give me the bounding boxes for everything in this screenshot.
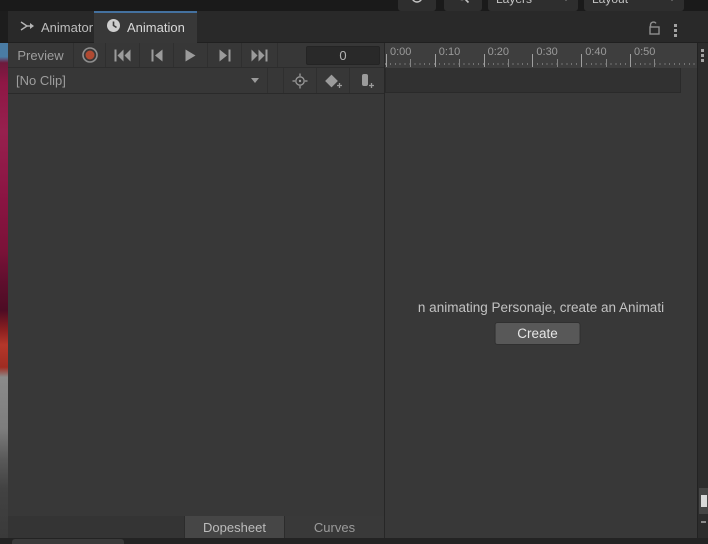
create-button[interactable]: Create (494, 322, 581, 345)
clock-icon (106, 18, 121, 36)
tab-menu-button[interactable] (674, 24, 677, 37)
dock-tab-bar: Animator Animation (0, 11, 708, 43)
kebab-menu-icon (701, 49, 704, 62)
ruler-tick-label: 0:30 (536, 46, 558, 58)
add-keyframe-icon (324, 73, 343, 89)
tab-animator-label: Animator (41, 19, 94, 35)
view-switch-spacer (8, 516, 184, 538)
goto-last-frame-button[interactable] (242, 43, 278, 67)
search-icon (456, 0, 470, 7)
timeline-ruler[interactable]: 0:00 0:10 0:20 0:30 0:40 0:50 (385, 43, 697, 68)
record-icon (81, 46, 99, 64)
ruler-major-tick (581, 54, 583, 67)
lower-window-tab-top[interactable] (12, 539, 124, 544)
ruler-major-tick (434, 54, 436, 67)
ruler-tick-label: 0:00 (390, 46, 412, 58)
next-frame-icon (219, 49, 231, 62)
scrollbar-thumb[interactable] (699, 488, 708, 514)
lower-window-edge (0, 538, 708, 544)
goto-first-frame-button[interactable] (106, 43, 140, 67)
clip-selector-dropdown[interactable]: [No Clip] (8, 68, 268, 93)
filter-selection-icon (292, 73, 308, 89)
history-icon (410, 0, 424, 7)
clip-toolbar: [No Clip] (8, 68, 384, 94)
ruler-major-tick (630, 54, 631, 67)
animator-icon (20, 19, 35, 36)
layers-dropdown[interactable]: Layers (488, 0, 578, 11)
dopesheet-area: n animating Personaje, create an Animati… (385, 93, 697, 538)
dropdown-caret-icon (251, 78, 259, 83)
skip-end-icon (251, 49, 268, 62)
history-button[interactable] (398, 0, 436, 11)
tab-bar-notch (0, 11, 8, 43)
scrollbar-end-cap (701, 521, 706, 523)
kebab-menu-icon (674, 24, 677, 37)
ruler-tick-label: 0:50 (634, 46, 656, 58)
view-switch-bar: Dopesheet Curves (8, 516, 384, 538)
ruler-mid-tick (605, 59, 607, 67)
layout-dropdown-label: Layout (592, 0, 628, 6)
ruler-mid-tick (654, 59, 656, 67)
add-event-button[interactable] (350, 68, 383, 93)
right-scroll-column (697, 43, 708, 538)
lock-open-icon (646, 21, 662, 40)
dropdown-caret-icon (562, 0, 570, 1)
tab-animator[interactable]: Animator (8, 11, 105, 43)
scrollbar-thumb-grip (701, 495, 707, 507)
preview-button[interactable]: Preview (8, 43, 74, 67)
current-frame-field[interactable] (306, 46, 380, 65)
play-icon (185, 49, 196, 62)
event-track-strip (385, 68, 681, 93)
empty-clip-message: n animating Personaje, create an Animati (417, 300, 665, 315)
ruler-menu-button[interactable] (701, 49, 704, 62)
ruler-major-tick (483, 54, 485, 67)
add-event-icon (358, 73, 375, 89)
prev-frame-icon (151, 49, 163, 62)
ruler-mid-tick (556, 59, 558, 67)
ruler-major-tick (386, 54, 387, 67)
add-keyframe-button[interactable] (317, 68, 350, 93)
ruler-major-tick (532, 54, 534, 67)
animation-toolbar: Preview (8, 43, 384, 68)
dopesheet-tab[interactable]: Dopesheet (184, 516, 284, 538)
ruler-mid-tick (459, 59, 461, 67)
clip-selector-value: [No Clip] (16, 73, 66, 88)
play-button[interactable] (174, 43, 208, 67)
layout-dropdown[interactable]: Layout (584, 0, 684, 11)
ruler-mid-tick (508, 59, 509, 67)
curves-tab[interactable]: Curves (284, 516, 384, 538)
tab-animation-label: Animation (127, 19, 185, 35)
filter-by-selection-button[interactable] (284, 68, 317, 93)
prev-frame-button[interactable] (140, 43, 174, 67)
layers-dropdown-label: Layers (496, 0, 532, 6)
next-frame-button[interactable] (208, 43, 242, 67)
ruler-tick-label: 0:20 (487, 46, 510, 58)
record-button[interactable] (74, 43, 106, 67)
dropdown-caret-icon (668, 0, 676, 1)
background-scene-sliver (0, 43, 8, 538)
search-button[interactable] (444, 0, 482, 11)
preview-button-label: Preview (17, 47, 64, 63)
skip-start-icon (114, 49, 131, 62)
main-toolbar-strip: Layers Layout (0, 0, 708, 11)
ruler-tick-label: 0:10 (438, 46, 461, 58)
ruler-tick-label: 0:40 (585, 46, 607, 58)
ruler-mid-tick (410, 59, 412, 67)
tab-animation[interactable]: Animation (94, 11, 197, 43)
toolbar-spacer (268, 68, 284, 93)
lock-button[interactable] (646, 20, 662, 41)
